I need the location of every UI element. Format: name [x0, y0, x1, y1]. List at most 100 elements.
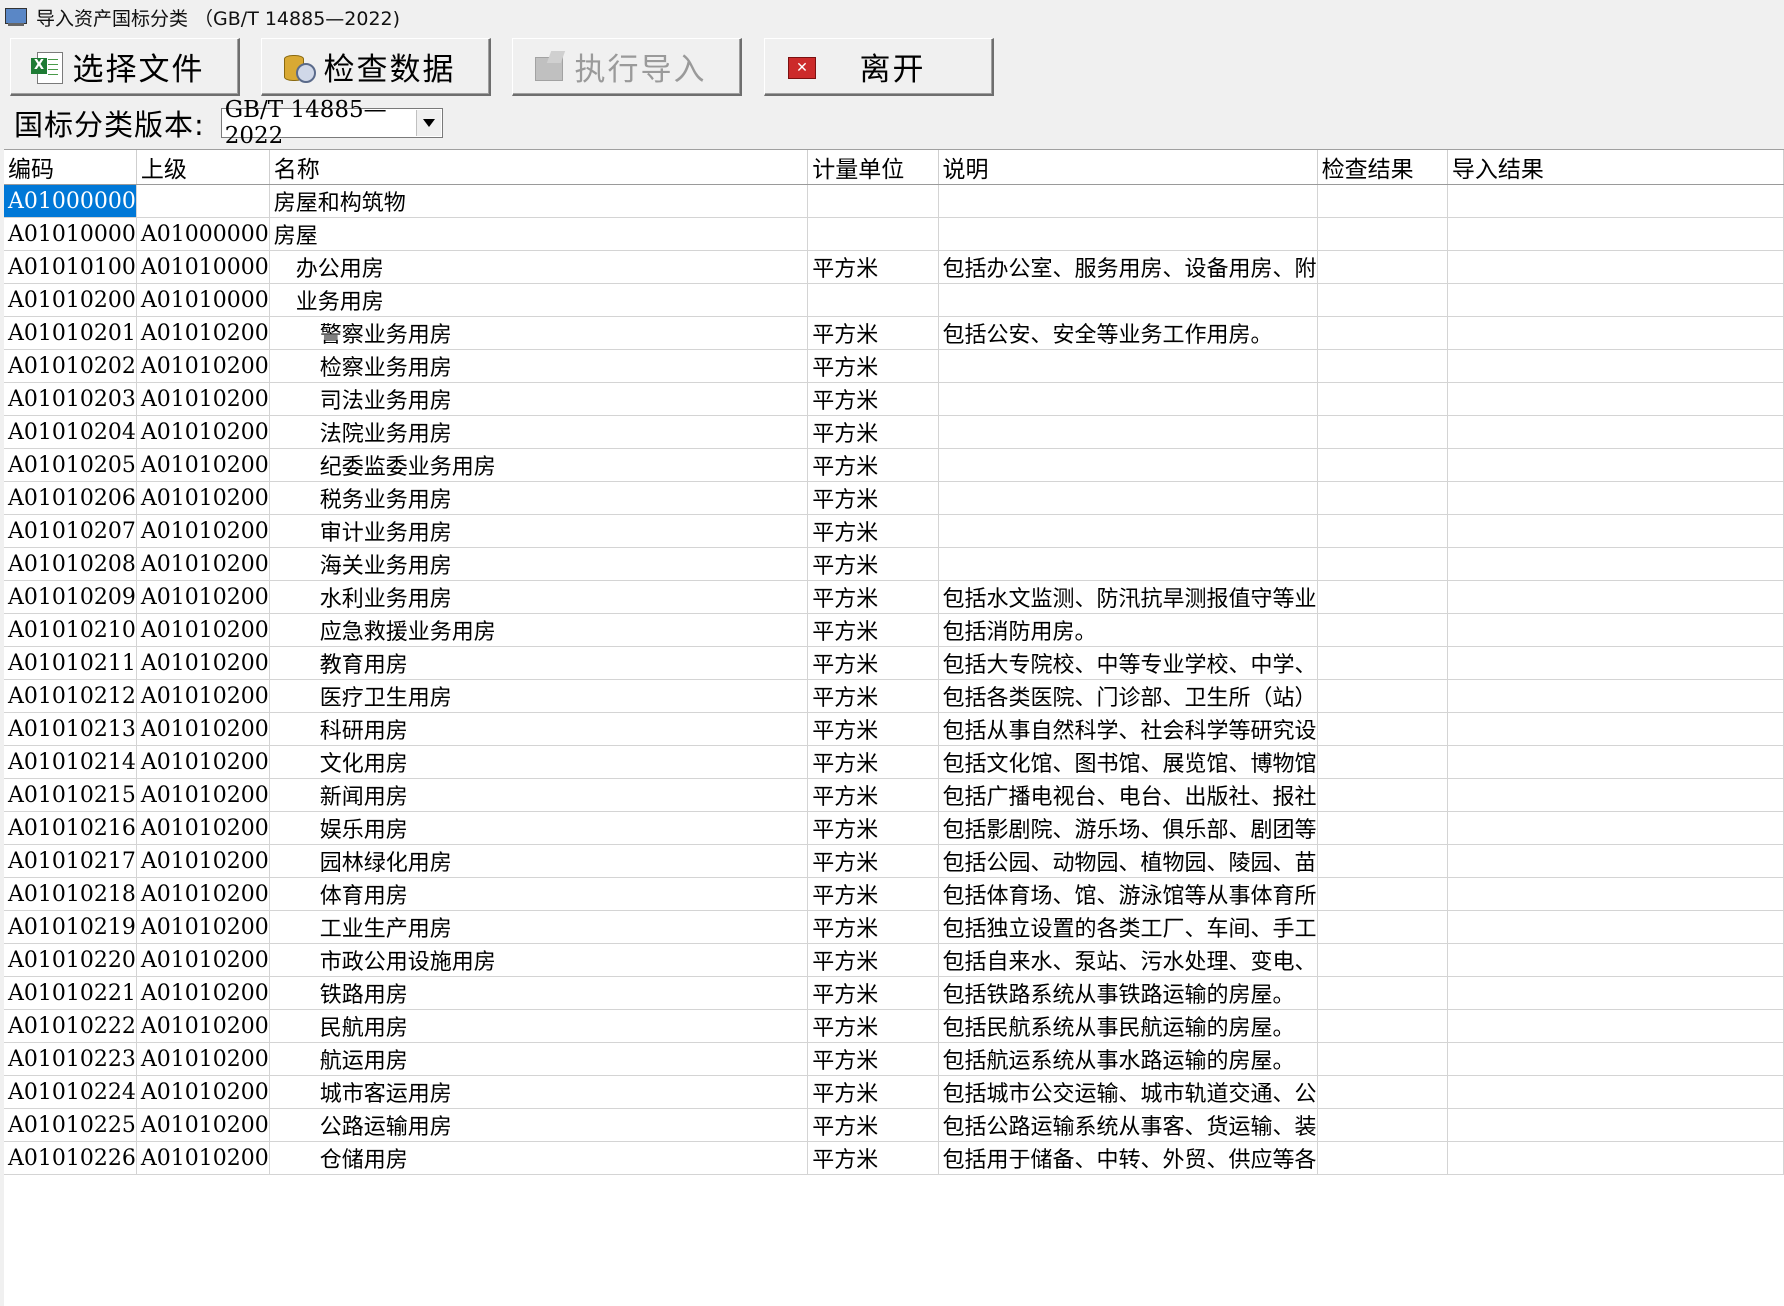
cell-name[interactable]: 审计业务用房: [269, 514, 809, 548]
cell-parent[interactable]: A01010200: [136, 1009, 270, 1043]
cell-name[interactable]: 教育用房: [269, 646, 809, 680]
cell-code[interactable]: A01010208: [4, 547, 137, 581]
table-row[interactable]: A01010224 A01010200 城市客运用房 平方米 包括城市公交运输、城市轨道…: [4, 1075, 1784, 1109]
cell-check-result[interactable]: [1317, 646, 1448, 680]
select-file-button[interactable]: X 选择文件: [10, 38, 240, 96]
cell-name[interactable]: 警察业务用房: [269, 316, 809, 350]
cell-code[interactable]: A01010207: [4, 514, 137, 548]
cell-unit[interactable]: [807, 217, 939, 251]
cell-name[interactable]: 房屋: [269, 217, 809, 251]
table-row[interactable]: A01010213 A01010200 科研用房 平方米 包括从事自然科学、社会科学等研…: [4, 712, 1784, 746]
cell-parent[interactable]: A01010200: [136, 415, 270, 449]
cell-import-result[interactable]: [1447, 943, 1784, 977]
cell-import-result[interactable]: [1447, 1009, 1784, 1043]
cell-name[interactable]: 市政公用设施用房: [269, 943, 809, 977]
cell-unit[interactable]: 平方米: [807, 712, 939, 746]
cell-import-result[interactable]: [1447, 679, 1784, 713]
cell-check-result[interactable]: [1317, 679, 1448, 713]
execute-import-button[interactable]: 执行导入: [512, 38, 742, 96]
cell-check-result[interactable]: [1317, 1075, 1448, 1109]
cell-description[interactable]: 包括铁路系统从事铁路运输的房屋。: [938, 976, 1318, 1010]
cell-parent[interactable]: A01010200: [136, 910, 270, 944]
cell-description[interactable]: 包括从事自然科学、社会科学等研究设: [938, 712, 1318, 746]
cell-check-result[interactable]: [1317, 250, 1448, 284]
table-row[interactable]: A01010000 A01000000 房屋: [4, 217, 1784, 251]
cell-unit[interactable]: 平方米: [807, 1141, 939, 1175]
cell-parent[interactable]: A01010000: [136, 283, 270, 317]
table-row[interactable]: A01010200 A01010000 业务用房: [4, 283, 1784, 317]
cell-check-result[interactable]: [1317, 448, 1448, 482]
cell-parent[interactable]: A01010200: [136, 646, 270, 680]
cell-name[interactable]: 税务业务用房: [269, 481, 809, 515]
cell-check-result[interactable]: [1317, 349, 1448, 383]
version-select[interactable]: GB/T 14885—2022: [220, 97, 443, 149]
cell-parent[interactable]: A01010200: [136, 349, 270, 383]
cell-unit[interactable]: 平方米: [807, 943, 939, 977]
cell-description[interactable]: [938, 184, 1318, 218]
cell-description[interactable]: [938, 514, 1318, 548]
cell-unit[interactable]: 平方米: [807, 976, 939, 1010]
table-row[interactable]: A01010209 A01010200 水利业务用房 平方米 包括水文监测、防汛抗旱测报…: [4, 580, 1784, 614]
cell-unit[interactable]: 平方米: [807, 547, 939, 581]
cell-check-result[interactable]: [1317, 1141, 1448, 1175]
dropdown-arrow-icon[interactable]: [415, 110, 441, 136]
table-row[interactable]: A01010100 A01010000 办公用房 平方米 包括办公室、服务用房、设备用房…: [4, 250, 1784, 284]
cell-parent[interactable]: A01010200: [136, 1075, 270, 1109]
cell-import-result[interactable]: [1447, 910, 1784, 944]
cell-unit[interactable]: 平方米: [807, 1108, 939, 1142]
cell-unit[interactable]: 平方米: [807, 349, 939, 383]
cell-code[interactable]: A01010217: [4, 844, 137, 878]
cell-code[interactable]: A01010221: [4, 976, 137, 1010]
cell-import-result[interactable]: [1447, 580, 1784, 614]
table-row[interactable]: A01010215 A01010200 新闻用房 平方米 包括广播电视台、电台、出版社、…: [4, 778, 1784, 812]
table-row[interactable]: A01010222 A01010200 民航用房 平方米 包括民航系统从事民航运输的房屋…: [4, 1009, 1784, 1043]
cell-name[interactable]: 水利业务用房: [269, 580, 809, 614]
cell-description[interactable]: 包括办公室、服务用房、设备用房、附: [938, 250, 1318, 284]
cell-parent[interactable]: A01010200: [136, 745, 270, 779]
cell-import-result[interactable]: [1447, 316, 1784, 350]
cell-description[interactable]: 包括公安、安全等业务工作用房。: [938, 316, 1318, 350]
cell-parent[interactable]: [136, 184, 270, 218]
cell-check-result[interactable]: [1317, 745, 1448, 779]
cell-name[interactable]: 仓储用房: [269, 1141, 809, 1175]
table-row[interactable]: A01010207 A01010200 审计业务用房 平方米: [4, 514, 1784, 548]
cell-import-result[interactable]: [1447, 382, 1784, 416]
cell-description[interactable]: 包括各类医院、门诊部、卫生所（站）: [938, 679, 1318, 713]
cell-check-result[interactable]: [1317, 943, 1448, 977]
cell-import-result[interactable]: [1447, 1108, 1784, 1142]
cell-code[interactable]: A01010210: [4, 613, 137, 647]
column-header-parent[interactable]: 上级: [136, 150, 270, 185]
cell-parent[interactable]: A01010200: [136, 877, 270, 911]
cell-unit[interactable]: 平方米: [807, 1075, 939, 1109]
cell-code[interactable]: A01010225: [4, 1108, 137, 1142]
cell-name[interactable]: 司法业务用房: [269, 382, 809, 416]
table-row[interactable]: A01010225 A01010200 公路运输用房 平方米 包括公路运输系统从事客、货…: [4, 1108, 1784, 1142]
cell-parent[interactable]: A01010200: [136, 1042, 270, 1076]
table-row[interactable]: A01010220 A01010200 市政公用设施用房 平方米 包括自来水、泵站、污水…: [4, 943, 1784, 977]
cell-description[interactable]: 包括消防用房。: [938, 613, 1318, 647]
cell-import-result[interactable]: [1447, 877, 1784, 911]
cell-name[interactable]: 办公用房: [269, 250, 809, 284]
cell-name[interactable]: 检察业务用房: [269, 349, 809, 383]
cell-description[interactable]: 包括民航系统从事民航运输的房屋。: [938, 1009, 1318, 1043]
cell-parent[interactable]: A01010200: [136, 712, 270, 746]
cell-name[interactable]: 城市客运用房: [269, 1075, 809, 1109]
cell-import-result[interactable]: [1447, 217, 1784, 251]
column-header-name[interactable]: 名称: [269, 150, 809, 185]
cell-check-result[interactable]: [1317, 1042, 1448, 1076]
cell-name[interactable]: 铁路用房: [269, 976, 809, 1010]
check-data-button[interactable]: 检查数据: [261, 38, 491, 96]
cell-code[interactable]: A01010213: [4, 712, 137, 746]
cell-unit[interactable]: 平方米: [807, 745, 939, 779]
table-row[interactable]: A01010214 A01010200 文化用房 平方米 包括文化馆、图书馆、展览馆、博…: [4, 745, 1784, 779]
cell-description[interactable]: 包括自来水、泵站、污水处理、变电、: [938, 943, 1318, 977]
cell-import-result[interactable]: [1447, 1042, 1784, 1076]
cell-check-result[interactable]: [1317, 316, 1448, 350]
leave-button[interactable]: ✕ 离开: [764, 38, 994, 96]
cell-unit[interactable]: 平方米: [807, 877, 939, 911]
cell-name[interactable]: 工业生产用房: [269, 910, 809, 944]
cell-unit[interactable]: 平方米: [807, 415, 939, 449]
cell-parent[interactable]: A01010200: [136, 382, 270, 416]
cell-import-result[interactable]: [1447, 481, 1784, 515]
cell-name[interactable]: 应急救援业务用房: [269, 613, 809, 647]
